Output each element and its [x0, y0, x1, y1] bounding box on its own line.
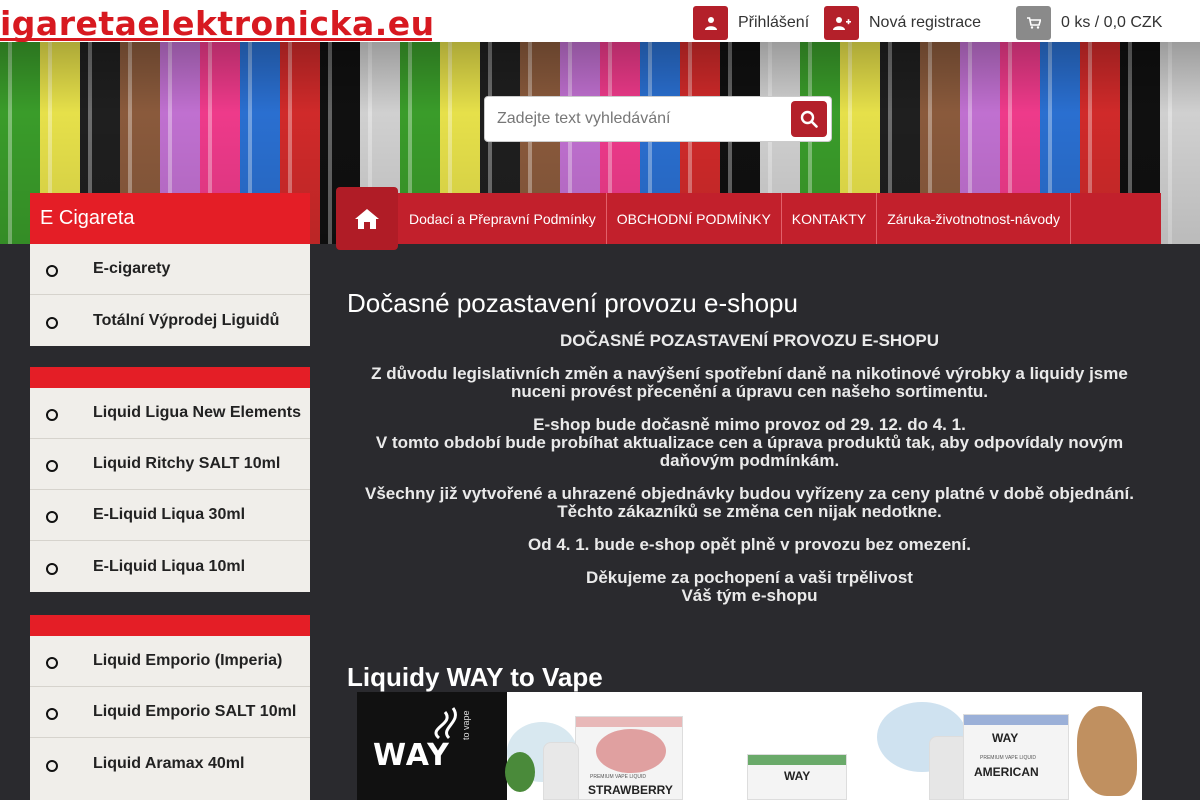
notice-line: Děkujeme za pochopení a vaši trpělivost [586, 568, 913, 587]
sidebar-item-label: E-cigarety [93, 260, 171, 277]
sidebar-group-1: E-cigarety Totální Výprodej Liguidů [30, 244, 310, 346]
sidebar-item[interactable]: Liquid Ritchy SALT 10ml [30, 439, 310, 490]
home-icon [355, 208, 379, 229]
sidebar-item[interactable]: Liquid Aramax 40ml [30, 738, 310, 789]
bullet-icon [46, 562, 58, 575]
product-box-strawberry: PREMIUM VAPE LIQUID STRAWBERRY [575, 716, 683, 800]
bullet-icon [46, 265, 58, 277]
nav-items: Dodací a Přepravní Podmínky OBCHODNÍ POD… [399, 193, 1071, 244]
product-box-american: WAY PREMIUM VAPE LIQUID AMERICAN [963, 714, 1069, 800]
sidebar-item-label: Totální Výprodej Liguidů [93, 311, 280, 329]
logo-underline [0, 38, 432, 41]
search-button[interactable] [791, 101, 827, 137]
notice-paragraph: Všechny již vytvořené a uhrazené objedná… [357, 485, 1142, 521]
nav-contacts[interactable]: KONTAKTY [782, 193, 878, 244]
sidebar-item[interactable]: E-Liquid Liqua 30ml [30, 490, 310, 541]
sidebar-group-2: Liquid Ligua New Elements Liquid Ritchy … [30, 367, 310, 592]
notice-line: E-shop bude dočasně mimo provoz od 29. 1… [533, 415, 966, 434]
sidebar-item-label: Liquid Emporio (Imperia) [93, 652, 283, 669]
nav-warranty[interactable]: Záruka-životnotnost-návody [877, 193, 1071, 244]
notice-paragraph: E-shop bude dočasně mimo provoz od 29. 1… [357, 416, 1142, 470]
bottle-decoration [543, 742, 579, 800]
cart-icon [1016, 6, 1051, 40]
sidebar-group-3: Liquid Emporio (Imperia) Liquid Emporio … [30, 615, 310, 800]
home-button[interactable] [336, 187, 398, 250]
box-small-text: PREMIUM VAPE LIQUID [590, 774, 647, 780]
notice-heading: DOČASNÉ POZASTAVENÍ PROVOZU E-SHOPU [559, 331, 940, 350]
top-bar: igaretaelektronicka.eu Přihlášení Nová r… [0, 0, 1200, 43]
notice-line: Všechny již vytvořené a uhrazené objedná… [364, 484, 1134, 503]
sidebar-item[interactable]: E-Liquid Liqua 10ml [30, 541, 310, 592]
brand-panel: WAY to vape [357, 692, 507, 800]
sidebar-item-label: Liquid Emporio SALT 10ml [93, 703, 297, 720]
notice-paragraph: Děkujeme za pochopení a vaši trpělivost … [357, 569, 1142, 605]
bullet-icon [46, 511, 58, 523]
sidebar-item[interactable]: Totální Výprodej Liguidů [30, 295, 310, 346]
notice-text: DOČASNÉ POZASTAVENÍ PROVOZU E-SHOPU Z dů… [357, 332, 1142, 620]
sidebar-item[interactable]: Liquid Emporio (Imperia) [30, 636, 310, 687]
sidebar-item-label: Liquid Aramax 40ml [93, 754, 245, 772]
cart-button[interactable]: 0 ks / 0,0 CZK [1016, 6, 1162, 40]
register-label: Nová registrace [869, 14, 982, 31]
box-brand: WAY [992, 731, 1019, 745]
sidebar-item[interactable]: E-cigarety [30, 244, 310, 295]
bullet-icon [46, 708, 58, 720]
user-plus-icon [824, 6, 859, 40]
brand-sub: to vape [461, 710, 471, 740]
product-box-middle: WAY [747, 754, 847, 800]
login-button[interactable]: Přihlášení [693, 6, 809, 40]
user-icon [693, 6, 728, 40]
register-button[interactable]: Nová registrace [824, 6, 981, 40]
bullet-icon [46, 657, 58, 669]
nav-terms[interactable]: OBCHODNÍ PODMÍNKY [607, 193, 782, 244]
search-input[interactable] [497, 99, 797, 139]
notice-line: V tomto období bude probíhat aktualizace… [375, 433, 1124, 470]
bullet-icon [46, 409, 58, 421]
box-label: AMERICAN [974, 765, 1039, 779]
search-icon [800, 110, 818, 128]
box-label: WAY [784, 769, 811, 783]
page-title: Dočasné pozastavení provozu e-shopu [347, 288, 798, 318]
sidebar-item[interactable]: Liquid Emporio SALT 10ml [30, 687, 310, 738]
box-lid [964, 715, 1068, 725]
cart-summary: 0 ks / 0,0 CZK [1061, 14, 1163, 31]
sidebar-group-header [30, 367, 310, 388]
sidebar-item-label: Liquid Ritchy SALT 10ml [93, 455, 281, 472]
sidebar-item[interactable]: Liquid Ligua New Elements [30, 388, 310, 439]
bullet-icon [46, 460, 58, 472]
promo-banner[interactable]: WAY to vape PREMIUM VAPE LIQUID STRAWBER… [357, 692, 1142, 800]
notice-line: Těchto zákazníků se změna cen nijak nedo… [557, 502, 942, 521]
notice-line: Váš tým e-shopu [681, 586, 818, 605]
box-lid [576, 717, 682, 727]
box-label: STRAWBERRY [588, 783, 673, 797]
mint-leaf-decoration [505, 752, 535, 792]
category-heading: E Cigareta [30, 193, 310, 244]
sidebar-group-header [30, 615, 310, 636]
bullet-icon [46, 759, 58, 772]
search-box [484, 96, 832, 142]
sidebar-item-label: E-Liquid Liqua 10ml [93, 557, 246, 575]
nav-shipping[interactable]: Dodací a Přepravní Podmínky [399, 193, 607, 244]
notice-paragraph: Z důvodu legislativních změn a navýšení … [371, 364, 1128, 401]
tobacco-leaf-decoration [1077, 706, 1137, 796]
sidebar-item-label: E-Liquid Liqua 30ml [93, 506, 246, 523]
brand-logo: WAY [373, 738, 450, 773]
section-title: Liquidy WAY to Vape [347, 662, 603, 692]
strawberry-art [596, 729, 666, 773]
box-lid [748, 755, 846, 765]
box-small-text: PREMIUM VAPE LIQUID [980, 755, 1037, 761]
sidebar-item-label: Liquid Ligua New Elements [93, 404, 302, 421]
login-label: Přihlášení [738, 14, 810, 31]
bullet-icon [46, 316, 58, 329]
notice-paragraph: Od 4. 1. bude e-shop opět plně v provozu… [528, 535, 971, 554]
